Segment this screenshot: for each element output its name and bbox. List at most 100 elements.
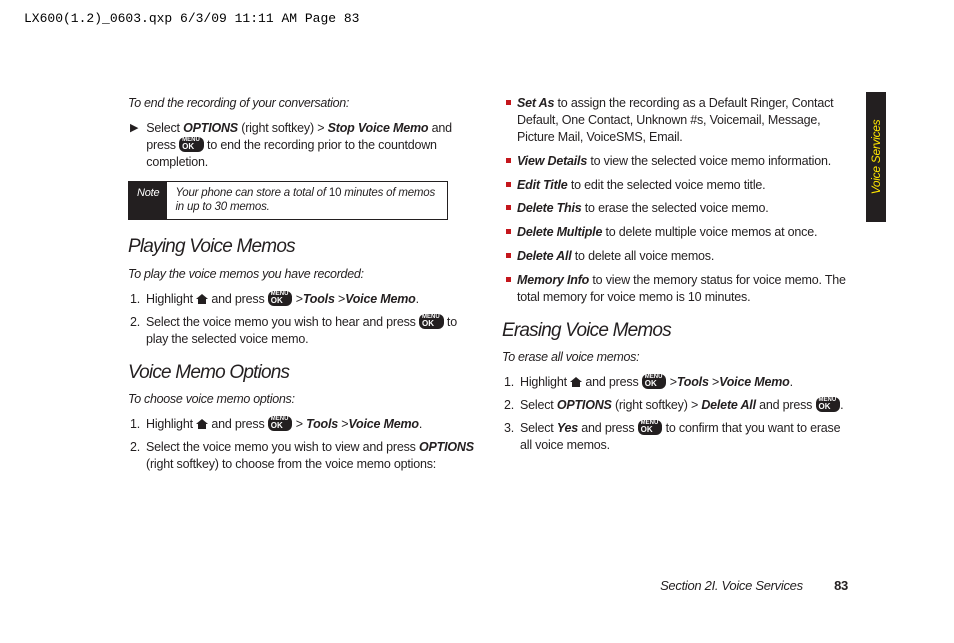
ok-key-icon: MENUOK [638,420,663,435]
text: > [666,375,676,389]
page-footer: Section 2I. Voice Services 83 [660,577,848,595]
text: and press [582,375,642,389]
step-number: 1. [502,374,520,391]
note-label: Note [129,182,167,220]
square-bullet-icon [506,253,511,258]
text: Select [520,421,557,435]
text: Highlight [520,375,570,389]
opt-edit-title: Edit Title to edit the selected voice me… [502,177,848,194]
text: 10 [329,187,341,199]
opt-set-as: Set As to assign the recording as a Defa… [502,95,848,146]
erase-step-2: 2. Select OPTIONS (right softkey) > Dele… [502,397,848,414]
print-header: LX600(1.2)_0603.qxp 6/3/09 11:11 AM Page… [24,10,359,28]
step-body: Select Yes and press MENUOK to confirm t… [520,420,848,454]
text: > [292,292,302,306]
options-step-2: 2. Select the voice memo you wish to vie… [128,439,474,473]
text: (right softkey) to choose from the voice… [146,457,436,471]
stop-voice-memo: Stop Voice Memo [324,121,428,135]
intro-options: To choose voice memo options: [128,391,474,408]
opt-view-details: View Details to view the selected voice … [502,153,848,170]
step-number: 2. [128,314,146,348]
page-number: 83 [834,578,848,593]
square-bullet-icon [506,100,511,105]
step-stop-memo: ▶ Select OPTIONS (right softkey) > Stop … [128,120,474,171]
ok-key-icon: MENUOK [419,314,444,329]
term: Memory Info [517,273,589,287]
options-step-1: 1. Highlight and press MENUOK > Tools >V… [128,416,474,433]
erase-step-3: 3. Select Yes and press MENUOK to confir… [502,420,848,454]
text: > [292,417,306,431]
heading-voice-memo-options: Voice Memo Options [128,360,474,386]
step-body: Highlight and press MENUOK >Tools >Voice… [520,374,848,391]
triangle-bullet-icon: ▶ [130,120,138,171]
intro-end-recording: To end the recording of your conversatio… [128,95,474,112]
term: View Details [517,154,587,168]
text: and press [756,398,816,412]
intro-erase: To erase all voice memos: [502,349,848,366]
text: Highlight [146,292,196,306]
text: Highlight [146,417,196,431]
text: and press [208,417,268,431]
note-box: Note Your phone can store a total of 10 … [128,181,448,221]
gt: > [338,417,348,431]
section-label: Section 2I. Voice Services [660,578,803,593]
step-number: 3. [502,420,520,454]
text: Your phone can store a total of [175,187,328,199]
heading-erasing-voice-memos: Erasing Voice Memos [502,318,848,344]
term: Delete All [517,249,572,263]
text: (right softkey) [238,121,317,135]
text: Select [146,121,183,135]
opt-delete-all: Delete All to delete all voice memos. [502,248,848,265]
text: (right softkey) [612,398,691,412]
intro-play: To play the voice memos you have recorde… [128,266,474,283]
term: Delete This [517,201,582,215]
options-label: OPTIONS [419,440,474,454]
text: to edit the selected voice memo title. [568,178,766,192]
note-body: Your phone can store a total of 10 minut… [167,182,447,220]
opt-delete-multiple: Delete Multiple to delete multiple voice… [502,224,848,241]
home-icon [196,419,208,429]
side-tab-label: Voice Services [868,120,884,195]
text: to assign the recording as a Default Rin… [517,96,833,144]
ok-key-icon: MENUOK [816,397,841,412]
ok-key-icon: MENUOK [268,416,293,431]
square-bullet-icon [506,229,511,234]
page-content: To end the recording of your conversatio… [128,95,848,479]
gt: > [691,398,698,412]
step-body: Select OPTIONS (right softkey) > Delete … [520,397,848,414]
tools: Tools [677,375,709,389]
yes: Yes [557,421,578,435]
tools: Tools [303,292,335,306]
options-label: OPTIONS [557,398,612,412]
step-body: Select the voice memo you wish to view a… [146,439,474,473]
gt: > [709,375,719,389]
text: Select [520,398,557,412]
play-step-1: 1. Highlight and press MENUOK >Tools >Vo… [128,291,474,308]
step-number: 2. [128,439,146,473]
step-body: Select the voice memo you wish to hear a… [146,314,474,348]
heading-playing-voice-memos: Playing Voice Memos [128,234,474,260]
gt: > [335,292,345,306]
tools: Tools [306,417,338,431]
opt-memory-info: Memory Info to view the memory status fo… [502,272,848,306]
home-icon [196,294,208,304]
play-step-2: 2. Select the voice memo you wish to hea… [128,314,474,348]
side-tab: Voice Services [866,92,886,222]
term: Delete Multiple [517,225,602,239]
text: to view the selected voice memo informat… [587,154,831,168]
text: . [840,398,843,412]
term: Edit Title [517,178,568,192]
step-body: Highlight and press MENUOK > Tools >Voic… [146,416,474,433]
text: and press [208,292,268,306]
voice-memo: Voice Memo [719,375,789,389]
square-bullet-icon [506,277,511,282]
square-bullet-icon [506,182,511,187]
opt-delete-this: Delete This to erase the selected voice … [502,200,848,217]
text: . [416,292,419,306]
right-column: Set As to assign the recording as a Defa… [502,95,848,479]
term: Set As [517,96,554,110]
step-number: 2. [502,397,520,414]
voice-memo: Voice Memo [348,417,418,431]
step-number: 1. [128,291,146,308]
ok-key-icon: MENUOK [179,137,204,152]
